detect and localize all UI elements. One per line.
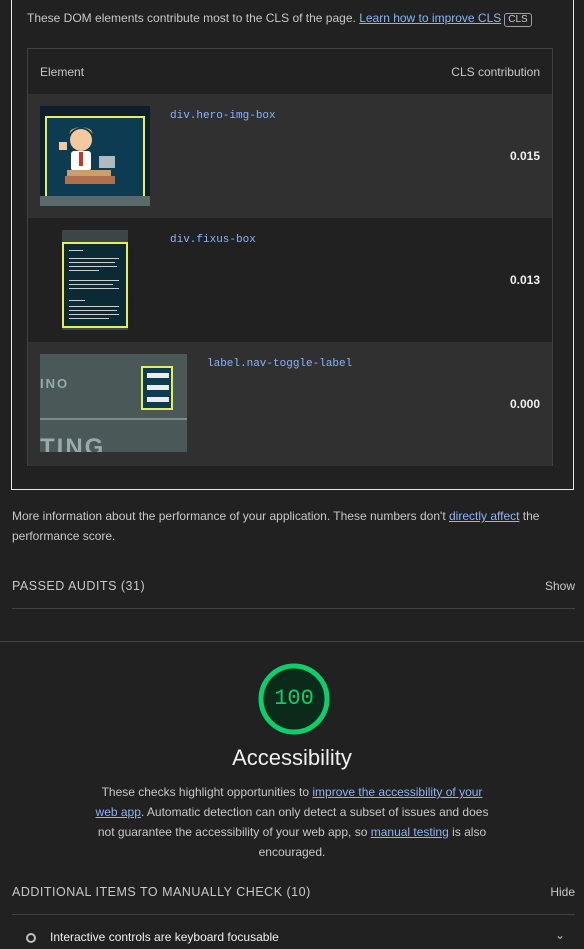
- passed-audits-title: PASSED AUDITS (31): [12, 579, 146, 593]
- learn-cls-link[interactable]: Learn how to improve CLS: [359, 11, 501, 25]
- table-row[interactable]: div.hero-img-box 0.015: [28, 94, 552, 218]
- category-description: These checks highlight opportunities to …: [92, 782, 492, 862]
- perf-note-text: More information about the performance o…: [12, 509, 449, 523]
- chevron-down-icon[interactable]: ⌄: [555, 928, 565, 942]
- manual-testing-link[interactable]: manual testing: [371, 825, 449, 839]
- row-selector: div.fixus-box: [170, 234, 256, 246]
- audit-status-icon: [26, 933, 36, 943]
- category-title: Accessibility: [232, 745, 352, 770]
- table-row[interactable]: div.fixus-box 0.013: [28, 218, 552, 342]
- element-screenshot: [40, 106, 150, 206]
- hamburger-icon: [141, 366, 173, 410]
- row-cls-value: 0.015: [509, 149, 540, 163]
- thumb-text: TING: [40, 434, 106, 452]
- section-divider: [0, 641, 584, 642]
- table-row[interactable]: INO TING label.nav-toggle-label 0.000: [28, 342, 552, 466]
- cls-intro-text: These DOM elements contribute most to th…: [27, 11, 356, 25]
- performance-note: More information about the performance o…: [12, 506, 572, 546]
- element-screenshot: [62, 230, 128, 330]
- show-button[interactable]: Show: [545, 579, 575, 593]
- column-header-element: Element: [40, 65, 85, 79]
- cls-intro: These DOM elements contribute most to th…: [27, 11, 532, 27]
- directly-affect-link[interactable]: directly affect: [449, 509, 519, 523]
- score-value: 100: [274, 686, 314, 711]
- row-selector: div.hero-img-box: [170, 110, 276, 122]
- passed-audits-group[interactable]: PASSED AUDITS (31) Show: [12, 576, 575, 609]
- manual-checks-title: ADDITIONAL ITEMS TO MANUALLY CHECK (10): [12, 885, 311, 899]
- table-header: Element CLS contribution: [28, 49, 552, 94]
- audit-item[interactable]: Interactive controls are keyboard focusa…: [12, 928, 575, 948]
- hide-button[interactable]: Hide: [550, 885, 575, 899]
- cls-badge: CLS: [504, 13, 532, 27]
- row-cls-value: 0.000: [509, 397, 540, 411]
- row-cls-value: 0.013: [509, 273, 540, 287]
- thumb-text: INO: [40, 376, 70, 391]
- row-selector: label.nav-toggle-label: [207, 358, 353, 370]
- column-header-cls: CLS contribution: [451, 65, 540, 79]
- manual-checks-group[interactable]: ADDITIONAL ITEMS TO MANUALLY CHECK (10) …: [12, 881, 575, 915]
- cls-elements-table: Element CLS contribution div.hero-img-bo…: [27, 48, 553, 466]
- element-screenshot: INO TING: [40, 354, 187, 452]
- audit-item-label: Interactive controls are keyboard focusa…: [50, 930, 279, 944]
- desc-text: These checks highlight opportunities to: [101, 785, 313, 799]
